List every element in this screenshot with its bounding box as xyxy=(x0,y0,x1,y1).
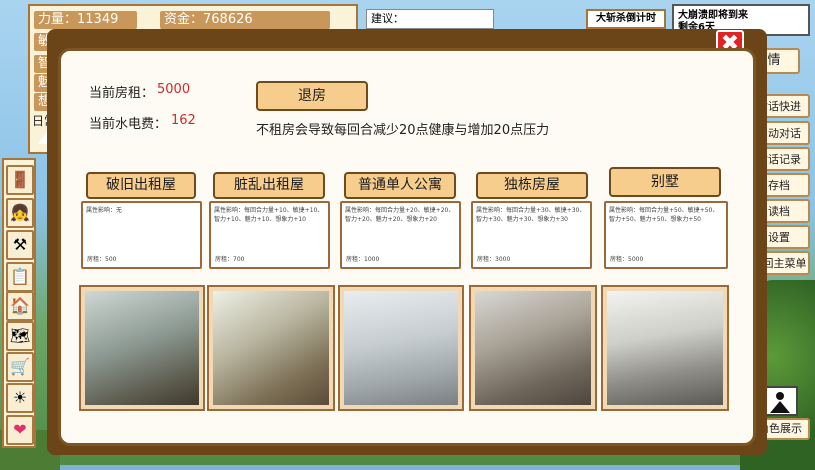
photo-frame-shabby xyxy=(79,285,205,411)
sun-icon[interactable]: ☀ xyxy=(6,383,34,413)
notepad-icon[interactable]: 📋 xyxy=(6,262,34,292)
house-icon[interactable]: 🏠 xyxy=(6,291,34,321)
option-rent: 房租：700 xyxy=(215,256,245,263)
option-details-house: 属性影响：每回合力量+30、敏捷+30、智力+30、魅力+30、想象力+30 房… xyxy=(471,201,592,269)
tools-icon[interactable]: ⚒ xyxy=(6,230,34,260)
collapse-notice-title: 大崩溃即将到来 xyxy=(678,10,748,21)
option-button-villa[interactable]: 别墅 xyxy=(609,167,721,197)
room-photo-messy xyxy=(213,291,329,405)
option-effect: 属性影响：每回合力量+10、敏捷+10、智力+10、魅力+10、想象力+10 xyxy=(214,207,324,223)
portrait-icon[interactable]: 👧 xyxy=(6,198,34,228)
utility-value: 162 xyxy=(171,113,196,128)
door-icon[interactable]: 🚪 xyxy=(6,165,34,195)
map-icon[interactable]: 🗺 xyxy=(6,321,34,351)
character-icon-button[interactable] xyxy=(762,386,798,416)
option-rent: 房租：500 xyxy=(87,256,117,263)
option-details-apartment: 属性影响：每回合力量+20、敏捷+20、智力+20、魅力+20、想象力+20 房… xyxy=(340,201,461,269)
room-photo-house xyxy=(475,291,591,405)
option-effect: 属性影响：每回合力量+20、敏捷+20、智力+20、魅力+20、想象力+20 xyxy=(345,207,455,223)
suggestion-label: 建议： xyxy=(371,12,404,25)
room-photo-apartment xyxy=(344,291,458,405)
warning-text: 不租房会导致每回合减少20点健康与增加20点压力 xyxy=(256,123,550,138)
heart-icon[interactable]: ❤ xyxy=(6,415,34,445)
stat-money: 资金：768626 xyxy=(160,11,330,29)
option-details-villa: 属性影响：每回合力量+50、敏捷+50、智力+50、魅力+50、想象力+50 房… xyxy=(604,201,728,269)
stat-strength: 力量：11349 xyxy=(34,11,137,29)
rent-label: 当前房租： xyxy=(89,86,155,101)
option-effect: 属性影响：无 xyxy=(86,207,123,214)
left-toolbar: 🚪 👧 ⚒ 📋 🏠 🗺 🛒 ☀ ❤ xyxy=(2,158,36,448)
photo-frame-messy xyxy=(207,285,335,411)
photo-frame-villa xyxy=(601,285,729,411)
option-effect: 属性影响：每回合力量+30、敏捷+30、智力+30、魅力+30、想象力+30 xyxy=(476,207,586,223)
option-button-shabby[interactable]: 破旧出租屋 xyxy=(86,172,196,199)
rent-value: 5000 xyxy=(157,82,191,97)
photo-frame-apartment xyxy=(338,285,464,411)
option-rent: 房租：5000 xyxy=(610,256,644,263)
utility-label: 当前水电费： xyxy=(89,117,168,132)
option-button-house[interactable]: 独栋房屋 xyxy=(476,172,588,199)
housing-modal: 当前房租： 5000 当前水电费： 162 退房 不租房会导致每回合减少20点健… xyxy=(58,48,756,446)
person-icon xyxy=(776,392,784,400)
cart-icon[interactable]: 🛒 xyxy=(6,352,34,382)
option-details-shabby: 属性影响：无 房租：500 xyxy=(81,201,202,269)
countdown-label: 大斩杀倒计时 xyxy=(586,9,666,29)
option-button-messy[interactable]: 脏乱出租屋 xyxy=(213,172,325,199)
checkout-button[interactable]: 退房 xyxy=(256,81,368,111)
option-rent: 房租：3000 xyxy=(477,256,511,263)
room-photo-shabby xyxy=(85,291,199,405)
option-rent: 房租：1000 xyxy=(346,256,380,263)
option-details-messy: 属性影响：每回合力量+10、敏捷+10、智力+10、魅力+10、想象力+10 房… xyxy=(209,201,330,269)
option-effect: 属性影响：每回合力量+50、敏捷+50、智力+50、魅力+50、想象力+50 xyxy=(609,207,719,223)
suggestion-box: 建议： xyxy=(366,9,494,29)
option-button-apartment[interactable]: 普通单人公寓 xyxy=(344,172,456,199)
photo-frame-house xyxy=(469,285,597,411)
room-photo-villa xyxy=(607,291,723,405)
